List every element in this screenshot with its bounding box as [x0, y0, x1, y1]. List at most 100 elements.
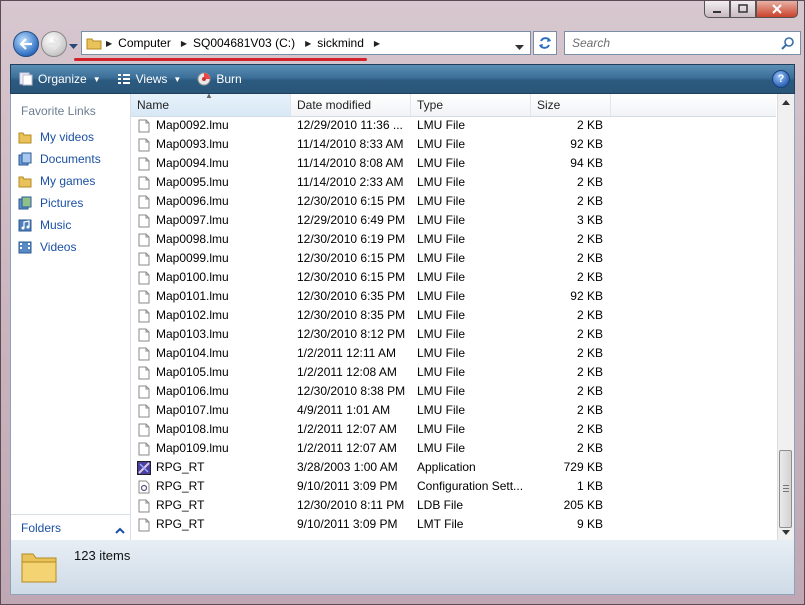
file-name-cell[interactable]: Map0092.lmu [131, 116, 291, 135]
file-row[interactable]: Map0106.lmu 12/30/2010 8:38 PM LMU File 2 K… [131, 382, 776, 401]
file-row[interactable]: Map0096.lmu 12/30/2010 6:15 PM LMU File 2 K… [131, 192, 776, 211]
file-name-cell[interactable]: Map0100.lmu [131, 268, 291, 287]
breadcrumb-drive[interactable]: SQ004681V03 (C:) [191, 36, 301, 50]
file-row[interactable]: RPG_RT 3/28/2003 1:00 AM Application 729 KB [131, 458, 776, 477]
file-size: 2 KB [576, 232, 603, 246]
file-row[interactable]: Map0108.lmu 1/2/2011 12:07 AM LMU File 2 KB [131, 420, 776, 439]
file-name-cell[interactable]: Map0099.lmu [131, 249, 291, 268]
column-name[interactable]: ▲ Name [131, 94, 291, 116]
file-row[interactable]: RPG_RT 9/10/2011 3:09 PM Configuration Set… [131, 477, 776, 496]
link-videos[interactable]: Videos [17, 236, 101, 258]
file-type: LMU File [417, 213, 466, 227]
file-name-cell[interactable]: Map0107.lmu [131, 401, 291, 420]
link-label: My videos [40, 130, 95, 144]
chevron-down-icon: ▼ [173, 74, 182, 84]
forward-button[interactable] [41, 31, 67, 57]
column-size[interactable]: Size [531, 94, 611, 116]
back-button[interactable] [13, 31, 39, 57]
file-row[interactable]: Map0109.lmu 1/2/2011 12:07 AM LMU File 2 KB [131, 439, 776, 458]
search-box[interactable] [564, 31, 801, 55]
scroll-down-button[interactable] [778, 524, 794, 540]
file-row[interactable]: Map0095.lmu 11/14/2010 2:33 AM LMU File 2 K… [131, 173, 776, 192]
file-name-cell[interactable]: RPG_RT [131, 515, 291, 534]
link-documents[interactable]: Documents [17, 148, 101, 170]
file-date: 12/29/2010 6:49 PM [297, 213, 406, 227]
address-bar[interactable]: ▶ Computer ▶ SQ004681V03 (C:) ▶ sickmind… [81, 31, 531, 55]
file-name-cell[interactable]: Map0105.lmu [131, 363, 291, 382]
folders-toggle[interactable]: Folders [11, 514, 131, 540]
file-row[interactable]: Map0100.lmu 12/30/2010 6:15 PM LMU File 2 K… [131, 268, 776, 287]
file-row[interactable]: Map0098.lmu 12/30/2010 6:19 PM LMU File 2 K… [131, 230, 776, 249]
search-icon[interactable] [781, 36, 795, 53]
burn-disc-icon [197, 72, 211, 86]
close-button[interactable] [756, 1, 798, 18]
refresh-button[interactable] [533, 31, 557, 55]
file-row[interactable]: RPG_RT 12/30/2010 8:11 PM LDB File 205 KB [131, 496, 776, 515]
maximize-button[interactable] [730, 1, 756, 18]
link-label: Videos [40, 240, 77, 254]
file-row[interactable]: Map0101.lmu 12/30/2010 6:35 PM LMU File 92 … [131, 287, 776, 306]
minimize-button[interactable] [704, 1, 730, 18]
link-my-videos[interactable]: My videos [17, 126, 101, 148]
file-row[interactable]: Map0097.lmu 12/29/2010 6:49 PM LMU File 3 K… [131, 211, 776, 230]
breadcrumb-sickmind[interactable]: sickmind [315, 36, 370, 50]
file-row[interactable]: Map0107.lmu 4/9/2011 1:01 AM LMU File 2 KB [131, 401, 776, 420]
file-name-cell[interactable]: RPG_RT [131, 458, 291, 477]
file-type: LMU File [417, 156, 466, 170]
column-date-modified[interactable]: Date modified [291, 94, 411, 116]
file-name-cell[interactable]: Map0108.lmu [131, 420, 291, 439]
breadcrumb-arrow-icon[interactable]: ▶ [106, 39, 112, 48]
file-name-cell[interactable]: Map0109.lmu [131, 439, 291, 458]
file-name-cell[interactable]: Map0102.lmu [131, 306, 291, 325]
chevron-up-icon [782, 99, 790, 105]
search-input[interactable] [570, 35, 774, 51]
file-name-cell[interactable]: RPG_RT [131, 477, 291, 496]
breadcrumb-arrow-icon[interactable]: ▶ [305, 39, 311, 48]
breadcrumb-arrow-icon[interactable]: ▶ [374, 39, 380, 48]
column-type[interactable]: Type [411, 94, 531, 116]
file-name-cell[interactable]: Map0103.lmu [131, 325, 291, 344]
file-name-cell[interactable]: RPG_RT [131, 496, 291, 515]
link-my-games[interactable]: My games [17, 170, 101, 192]
file-row[interactable]: Map0104.lmu 1/2/2011 12:11 AM LMU File 2 KB [131, 344, 776, 363]
file-row[interactable]: Map0103.lmu 12/30/2010 8:12 PM LMU File 2 K… [131, 325, 776, 344]
file-name-cell[interactable]: Map0094.lmu [131, 154, 291, 173]
file-row[interactable]: Map0094.lmu 11/14/2010 8:08 AM LMU File 94 … [131, 154, 776, 173]
file-date: 12/30/2010 8:38 PM [297, 384, 406, 398]
file-name-cell[interactable]: Map0098.lmu [131, 230, 291, 249]
file-type: LMU File [417, 289, 466, 303]
file-name-cell[interactable]: Map0101.lmu [131, 287, 291, 306]
file-name: Map0101.lmu [156, 289, 229, 303]
help-button[interactable]: ? [772, 70, 790, 88]
link-music[interactable]: Music [17, 214, 101, 236]
breadcrumb-arrow-icon[interactable]: ▶ [181, 39, 187, 48]
file-name-cell[interactable]: Map0093.lmu [131, 135, 291, 154]
breadcrumb-computer[interactable]: Computer [116, 36, 177, 50]
views-button[interactable]: Views ▼ [109, 65, 190, 93]
config-file-icon [137, 480, 151, 494]
file-name-cell[interactable]: Map0106.lmu [131, 382, 291, 401]
address-dropdown[interactable] [515, 40, 524, 54]
file-row[interactable]: Map0092.lmu 12/29/2010 11:36 ... LMU File 2… [131, 116, 776, 135]
file-row[interactable]: Map0099.lmu 12/30/2010 6:15 PM LMU File 2 K… [131, 249, 776, 268]
organize-button[interactable]: Organize ▼ [11, 65, 109, 93]
item-count: 123 items [74, 548, 131, 563]
file-name-cell[interactable]: Map0095.lmu [131, 173, 291, 192]
file-row[interactable]: Map0093.lmu 11/14/2010 8:33 AM LMU File 92 … [131, 135, 776, 154]
file-row[interactable]: Map0102.lmu 12/30/2010 8:35 PM LMU File 2 K… [131, 306, 776, 325]
arrow-right-icon [48, 38, 61, 50]
recent-pages-dropdown[interactable] [69, 39, 78, 53]
file-size: 2 KB [576, 403, 603, 417]
file-name-cell[interactable]: Map0096.lmu [131, 192, 291, 211]
file-name-cell[interactable]: Map0097.lmu [131, 211, 291, 230]
file-row[interactable]: RPG_RT 9/10/2011 3:09 PM LMT File 9 KB [131, 515, 776, 534]
scrollbar-thumb[interactable] [779, 450, 792, 528]
file-name-cell[interactable]: Map0104.lmu [131, 344, 291, 363]
burn-button[interactable]: Burn [189, 65, 249, 93]
vertical-scrollbar[interactable] [777, 94, 794, 540]
file-size: 2 KB [576, 270, 603, 284]
chevron-up-icon [115, 523, 125, 537]
link-pictures[interactable]: Pictures [17, 192, 101, 214]
file-row[interactable]: Map0105.lmu 1/2/2011 12:08 AM LMU File 2 KB [131, 363, 776, 382]
scroll-up-button[interactable] [778, 94, 794, 110]
